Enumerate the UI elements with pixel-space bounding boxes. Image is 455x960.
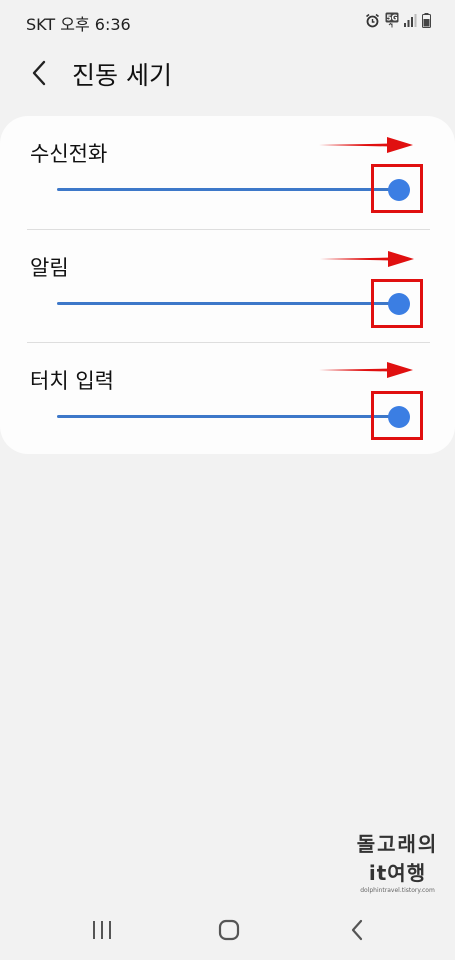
- status-bar: SKT 오후 6:36 5G: [0, 0, 455, 44]
- 5g-icon: 5G: [385, 12, 399, 28]
- annotation-box: [371, 279, 423, 328]
- watermark-line1: 돌고래의: [356, 832, 439, 856]
- watermark-line2: it여행: [368, 861, 427, 885]
- watermark-url: dolphintravel.tistory.com: [360, 887, 435, 894]
- slider-track: [57, 302, 399, 305]
- red-arrow-icon: [320, 251, 414, 267]
- annotation-box: [371, 391, 423, 440]
- watermark: 돌고래의 it여행 dolphintravel.tistory.com: [340, 828, 455, 894]
- notification-slider[interactable]: [57, 292, 410, 316]
- status-icons: 5G: [365, 12, 431, 28]
- back-icon: [351, 919, 363, 941]
- signal-icon: [404, 13, 417, 27]
- annotation-box: [371, 164, 423, 213]
- notification-label: 알림: [30, 256, 69, 280]
- touch-input-slider[interactable]: [57, 405, 410, 429]
- home-icon: [218, 919, 240, 941]
- page-title: 진동 세기: [72, 61, 172, 90]
- svg-text:5G: 5G: [386, 14, 397, 23]
- back-button[interactable]: [26, 58, 52, 88]
- red-arrow-icon: [319, 362, 413, 378]
- home-button[interactable]: [209, 915, 249, 945]
- battery-icon: [422, 12, 431, 28]
- alarm-icon: [365, 13, 380, 28]
- recent-apps-icon: [93, 921, 111, 939]
- app-bar: 진동 세기: [0, 50, 455, 96]
- status-carrier-time: SKT 오후 6:36: [26, 15, 131, 34]
- incoming-call-slider[interactable]: [57, 178, 410, 202]
- red-arrow-icon: [319, 137, 413, 153]
- chevron-left-icon: [32, 60, 46, 86]
- touch-input-label: 터치 입력: [30, 369, 114, 393]
- nav-back-button[interactable]: [337, 915, 377, 945]
- slider-track: [57, 188, 399, 191]
- incoming-call-label: 수신전화: [30, 142, 108, 166]
- navigation-bar: [0, 900, 455, 960]
- recent-apps-button[interactable]: [82, 915, 122, 945]
- slider-track: [57, 415, 399, 418]
